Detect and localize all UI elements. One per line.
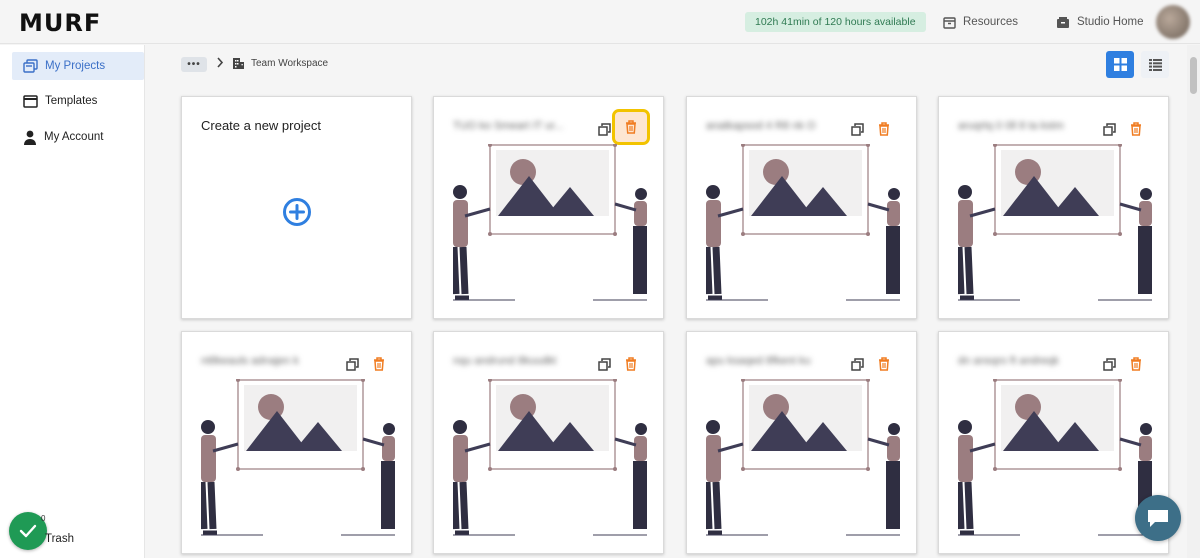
projects-icon: [23, 58, 38, 73]
delete-icon[interactable]: [371, 356, 387, 372]
project-card[interactable]: nqu andrund 8kuudkt: [433, 331, 664, 554]
delete-icon[interactable]: [876, 356, 892, 372]
studio-home-icon: [1057, 16, 1069, 28]
chat-icon: [1148, 510, 1168, 527]
studio-home-label: Studio Home: [1077, 16, 1144, 28]
presentation-illustration: [453, 144, 647, 301]
trash-count: 0: [41, 514, 46, 523]
delete-icon[interactable]: [1128, 121, 1144, 137]
duplicate-icon[interactable]: [849, 356, 865, 372]
breadcrumb[interactable]: Team Workspace: [232, 57, 328, 70]
presentation-illustration: [958, 144, 1152, 301]
duplicate-icon[interactable]: [1101, 356, 1117, 372]
chevron-right-icon: [216, 57, 224, 71]
person-icon: [24, 130, 36, 145]
sidebar-item-my-projects[interactable]: My Projects: [12, 52, 144, 80]
project-title: anatkapsod 4 R8 nk O: [706, 120, 816, 132]
resources-link[interactable]: Resources: [943, 12, 1018, 32]
sidebar-item-templates[interactable]: Templates: [12, 87, 144, 115]
presentation-illustration: [706, 144, 900, 301]
project-title: TUO ko Smeart IT ur...: [453, 120, 564, 132]
murf-logo[interactable]: MURF: [19, 9, 101, 37]
duplicate-icon[interactable]: [344, 356, 360, 372]
studio-home-link[interactable]: Studio Home: [1056, 12, 1143, 32]
delete-icon[interactable]: [1128, 356, 1144, 372]
presentation-illustration: [958, 379, 1152, 536]
create-project-title: Create a new project: [201, 118, 321, 133]
breadcrumb-more-button[interactable]: •••: [181, 57, 207, 72]
top-bar: MURF 102h 41min of 120 hours available R…: [0, 0, 1200, 44]
trash-label: Trash: [45, 533, 74, 545]
resources-label: Resources: [963, 16, 1018, 28]
sidebar: My Projects Templates My Account 0 Trash: [0, 45, 145, 558]
duplicate-icon[interactable]: [596, 356, 612, 372]
presentation-illustration: [201, 379, 395, 536]
vertical-scrollbar[interactable]: [1187, 45, 1200, 558]
duplicate-icon[interactable]: [1101, 121, 1117, 137]
project-title: nqu andrund 8kuudkt: [453, 355, 557, 367]
create-project-card[interactable]: Create a new project: [181, 96, 412, 319]
scrollbar-thumb[interactable]: [1190, 57, 1197, 94]
sidebar-item-label: My Projects: [45, 60, 106, 72]
project-title: apu ksaqed 8fkent ku: [706, 355, 811, 367]
duplicate-icon[interactable]: [849, 121, 865, 137]
grid-icon: [1113, 58, 1127, 71]
project-card[interactable]: apu ksaqed 8fkent ku: [686, 331, 917, 554]
resources-icon: [943, 16, 956, 29]
hours-available-badge: 102h 41min of 120 hours available: [745, 12, 926, 32]
project-title: nt8keauls adnajen k: [201, 355, 299, 367]
chat-button[interactable]: [1135, 495, 1181, 541]
check-icon: [19, 524, 37, 538]
duplicate-icon[interactable]: [596, 121, 612, 137]
project-card[interactable]: aruqrtq 0 0ll 8 ta kstm: [938, 96, 1169, 319]
project-card[interactable]: anatkapsod 4 R8 nk O: [686, 96, 917, 319]
delete-icon[interactable]: [623, 356, 639, 372]
sidebar-item-label: Templates: [45, 95, 98, 107]
sidebar-item-my-account[interactable]: My Account: [12, 123, 144, 151]
add-circle-icon[interactable]: [282, 197, 312, 232]
sidebar-item-label: My Account: [44, 131, 104, 143]
list-icon: [1148, 58, 1162, 71]
project-card[interactable]: TUO ko Smeart IT ur...: [433, 96, 664, 319]
breadcrumb-workspace: Team Workspace: [251, 58, 329, 69]
delete-icon[interactable]: [876, 121, 892, 137]
presentation-illustration: [453, 379, 647, 536]
grid-view-button[interactable]: [1106, 51, 1134, 78]
project-title: dn ansqro ft andreqk: [958, 355, 1059, 367]
presentation-illustration: [706, 379, 900, 536]
list-view-button[interactable]: [1141, 51, 1169, 78]
user-avatar[interactable]: [1156, 5, 1190, 39]
window-icon: [23, 94, 38, 108]
project-title: aruqrtq 0 0ll 8 ta kstm: [958, 120, 1064, 132]
delete-icon[interactable]: [612, 109, 650, 145]
project-card[interactable]: nt8keauls adnajen k: [181, 331, 412, 554]
building-icon: [233, 58, 244, 69]
